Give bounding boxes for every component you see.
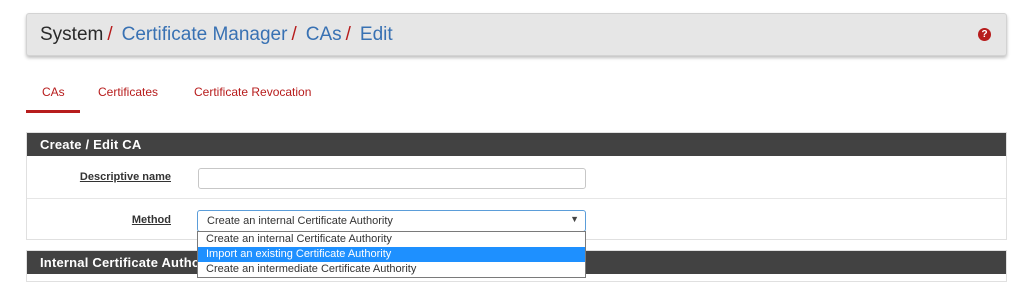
breadcrumb-separator: / [291,24,297,45]
breadcrumb-separator: / [107,24,113,45]
method-option-internal[interactable]: Create an internal Certificate Authority [198,232,585,247]
breadcrumb-separator: / [345,24,351,45]
tab-cas[interactable]: CAs [42,85,65,99]
breadcrumb: System / Certificate Manager / CAs / Edit ? [26,13,1007,56]
panel-title: Create / Edit CA [27,133,1006,156]
descriptive-name-input[interactable] [198,168,586,189]
method-select[interactable]: Create an internal Certificate Authority… [197,210,586,232]
help-circle-icon[interactable]: ? [978,28,991,41]
breadcrumb-cas[interactable]: CAs [306,24,342,46]
method-option-intermediate[interactable]: Create an intermediate Certificate Autho… [198,262,585,277]
breadcrumb-root: System [40,24,104,45]
active-tab-indicator [26,110,80,113]
breadcrumb-edit[interactable]: Edit [360,24,393,46]
descriptive-name-row: Descriptive name [27,156,1006,199]
method-option-import[interactable]: Import an existing Certificate Authority [198,247,585,262]
chevron-down-icon: ▼ [570,214,579,224]
tab-certificates[interactable]: Certificates [98,85,158,99]
breadcrumb-trail: System / Certificate Manager / CAs / Edit [40,24,393,46]
descriptive-name-label: Descriptive name [79,171,171,183]
tab-certificate-revocation[interactable]: Certificate Revocation [194,85,311,99]
breadcrumb-certificate-manager[interactable]: Certificate Manager [122,24,288,46]
method-label: Method [131,214,171,226]
method-select-value: Create an internal Certificate Authority [207,215,393,227]
method-dropdown-list: Create an internal Certificate Authority… [197,231,586,278]
